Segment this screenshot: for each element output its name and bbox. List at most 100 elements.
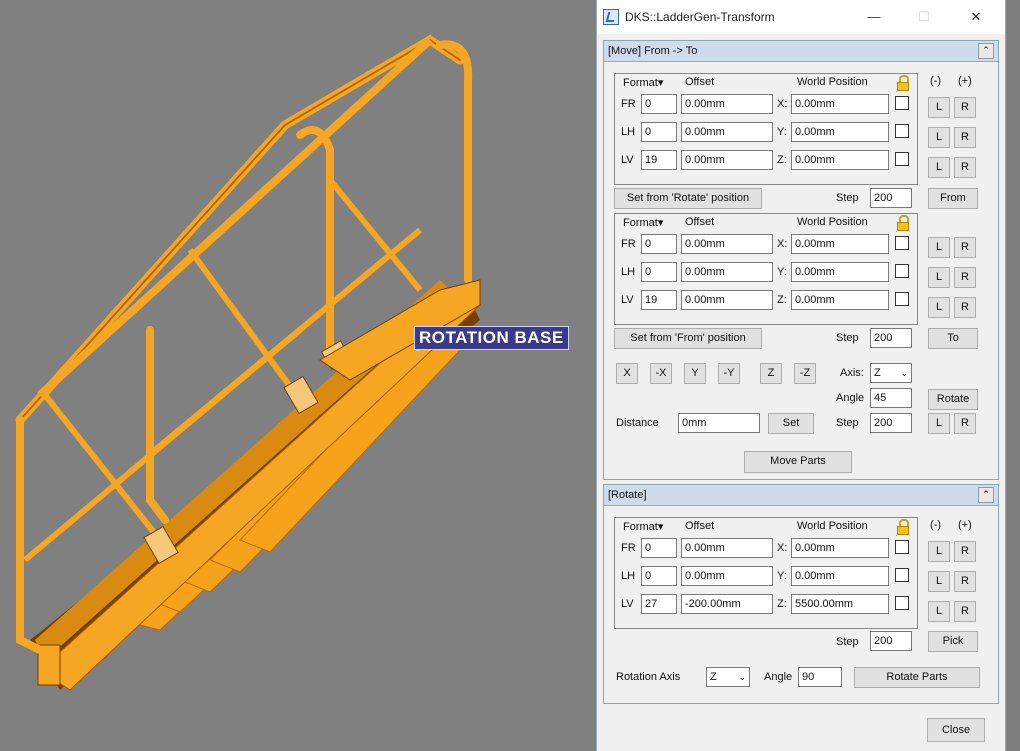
rotate-panel-header[interactable]: [Rotate] ⌃ bbox=[604, 485, 998, 506]
lv-r-button[interactable]: R bbox=[954, 601, 976, 622]
x-lock-checkbox[interactable] bbox=[895, 96, 909, 110]
pick-button[interactable]: Pick bbox=[928, 631, 978, 652]
fr-l-button[interactable]: L bbox=[928, 97, 950, 118]
set-distance-button[interactable]: Set bbox=[768, 413, 814, 434]
lh-r-button[interactable]: R bbox=[954, 127, 976, 148]
z-world-input[interactable]: 0.00mm bbox=[791, 150, 889, 170]
lh-l-button[interactable]: L bbox=[928, 571, 950, 592]
app-icon bbox=[603, 9, 619, 25]
step-input[interactable]: 200 bbox=[870, 631, 912, 651]
distance-input[interactable]: 0mm bbox=[678, 413, 760, 433]
axis-neg-x-button[interactable]: -X bbox=[650, 363, 672, 384]
z-world-input[interactable]: 0.00mm bbox=[791, 290, 889, 310]
z-lock-checkbox[interactable] bbox=[895, 152, 909, 166]
lv-index-input[interactable]: 19 bbox=[641, 150, 677, 170]
rot-step-input[interactable]: 200 bbox=[870, 413, 912, 433]
y-lock-checkbox[interactable] bbox=[895, 264, 909, 278]
fr-r-button[interactable]: R bbox=[954, 97, 976, 118]
x-lock-checkbox[interactable] bbox=[895, 236, 909, 250]
lh-index-input[interactable]: 0 bbox=[641, 262, 677, 282]
y-world-input[interactable]: 0.00mm bbox=[791, 262, 889, 282]
rotate-button[interactable]: Rotate bbox=[928, 389, 978, 410]
angle-input[interactable]: 45 bbox=[870, 388, 912, 408]
z-lock-checkbox[interactable] bbox=[895, 292, 909, 306]
lh-label: LH bbox=[621, 570, 636, 582]
y-lock-checkbox[interactable] bbox=[895, 568, 909, 582]
z-world-input[interactable]: 5500.00mm bbox=[791, 594, 889, 614]
axis-neg-y-button[interactable]: -Y bbox=[718, 363, 740, 384]
rot-l-button[interactable]: L bbox=[928, 413, 950, 434]
fr-l-button[interactable]: L bbox=[928, 541, 950, 562]
y-lock-checkbox[interactable] bbox=[895, 124, 909, 138]
move-panel-header[interactable]: [Move] From -> To ⌃ bbox=[604, 41, 998, 62]
collapse-icon[interactable]: ⌃ bbox=[978, 487, 994, 503]
set-from-rotate-button[interactable]: Set from 'Rotate' position bbox=[614, 188, 762, 209]
from-step-input[interactable]: 200 bbox=[870, 188, 912, 208]
lock-icon[interactable] bbox=[897, 215, 909, 232]
fr-index-input[interactable]: 0 bbox=[641, 538, 677, 558]
lv-index-input[interactable]: 27 bbox=[641, 594, 677, 614]
axis-neg-z-button[interactable]: -Z bbox=[794, 363, 816, 384]
x-world-input[interactable]: 0.00mm bbox=[791, 94, 889, 114]
axis-x-button[interactable]: X bbox=[616, 363, 638, 384]
fr-offset-input[interactable]: 0.00mm bbox=[681, 538, 773, 558]
rotate-parts-button[interactable]: Rotate Parts bbox=[854, 667, 980, 688]
angle-input[interactable]: 90 bbox=[798, 667, 842, 687]
fr-offset-input[interactable]: 0.00mm bbox=[681, 94, 773, 114]
to-lv-l-button[interactable]: L bbox=[928, 297, 950, 318]
x-lock-checkbox[interactable] bbox=[895, 540, 909, 554]
axis-select[interactable]: Z ⌄ bbox=[870, 363, 912, 383]
to-fr-r-button[interactable]: R bbox=[954, 237, 976, 258]
lh-offset-input[interactable]: 0.00mm bbox=[681, 122, 773, 142]
z-lock-checkbox[interactable] bbox=[895, 596, 909, 610]
format-dropdown[interactable]: Format▾ bbox=[623, 520, 663, 533]
close-window-button[interactable]: ✕ bbox=[953, 0, 999, 34]
fr-index-input[interactable]: 0 bbox=[641, 234, 677, 254]
format-dropdown[interactable]: Format▾ bbox=[623, 216, 663, 229]
fr-r-button[interactable]: R bbox=[954, 541, 976, 562]
lh-index-input[interactable]: 0 bbox=[641, 122, 677, 142]
lock-icon[interactable] bbox=[897, 75, 909, 92]
close-button[interactable]: Close bbox=[927, 718, 985, 742]
fr-index-input[interactable]: 0 bbox=[641, 94, 677, 114]
lv-offset-input[interactable]: -200.00mm bbox=[681, 594, 773, 614]
to-step-input[interactable]: 200 bbox=[870, 328, 912, 348]
axis-y-button[interactable]: Y bbox=[684, 363, 706, 384]
lock-icon[interactable] bbox=[897, 519, 909, 536]
collapse-icon[interactable]: ⌃ bbox=[978, 43, 994, 59]
fr-offset-input[interactable]: 0.00mm bbox=[681, 234, 773, 254]
format-dropdown[interactable]: Format▾ bbox=[623, 76, 663, 89]
lh-offset-input[interactable]: 0.00mm bbox=[681, 262, 773, 282]
to-lh-l-button[interactable]: L bbox=[928, 267, 950, 288]
maximize-button[interactable]: ☐ bbox=[901, 0, 947, 34]
to-lh-r-button[interactable]: R bbox=[954, 267, 976, 288]
rotation-axis-select[interactable]: Z ⌄ bbox=[706, 667, 750, 687]
set-from-from-button[interactable]: Set from 'From' position bbox=[614, 328, 762, 349]
minimize-button[interactable]: — bbox=[851, 0, 897, 34]
lv-l-button[interactable]: L bbox=[928, 601, 950, 622]
lv-r-button[interactable]: R bbox=[954, 157, 976, 178]
y-world-input[interactable]: 0.00mm bbox=[791, 122, 889, 142]
rot-r-button[interactable]: R bbox=[954, 413, 976, 434]
from-button[interactable]: From bbox=[928, 188, 978, 209]
lh-offset-input[interactable]: 0.00mm bbox=[681, 566, 773, 586]
to-fr-l-button[interactable]: L bbox=[928, 237, 950, 258]
lh-r-button[interactable]: R bbox=[954, 571, 976, 592]
lh-index-input[interactable]: 0 bbox=[641, 566, 677, 586]
to-lv-r-button[interactable]: R bbox=[954, 297, 976, 318]
move-parts-button[interactable]: Move Parts bbox=[744, 451, 852, 473]
lv-label: LV bbox=[621, 154, 634, 166]
x-world-input[interactable]: 0.00mm bbox=[791, 538, 889, 558]
to-button[interactable]: To bbox=[928, 328, 978, 349]
lv-index-input[interactable]: 19 bbox=[641, 290, 677, 310]
axis-z-button[interactable]: Z bbox=[760, 363, 782, 384]
lh-l-button[interactable]: L bbox=[928, 127, 950, 148]
lv-offset-input[interactable]: 0.00mm bbox=[681, 150, 773, 170]
lv-offset-input[interactable]: 0.00mm bbox=[681, 290, 773, 310]
3d-viewport[interactable]: ROTATION BASE bbox=[0, 0, 596, 751]
from-group: Format▾ Offset World Position FR 0 0.00m… bbox=[614, 73, 918, 185]
lv-l-button[interactable]: L bbox=[928, 157, 950, 178]
x-world-input[interactable]: 0.00mm bbox=[791, 234, 889, 254]
y-world-input[interactable]: 0.00mm bbox=[791, 566, 889, 586]
axis-label: Axis: bbox=[840, 367, 864, 379]
